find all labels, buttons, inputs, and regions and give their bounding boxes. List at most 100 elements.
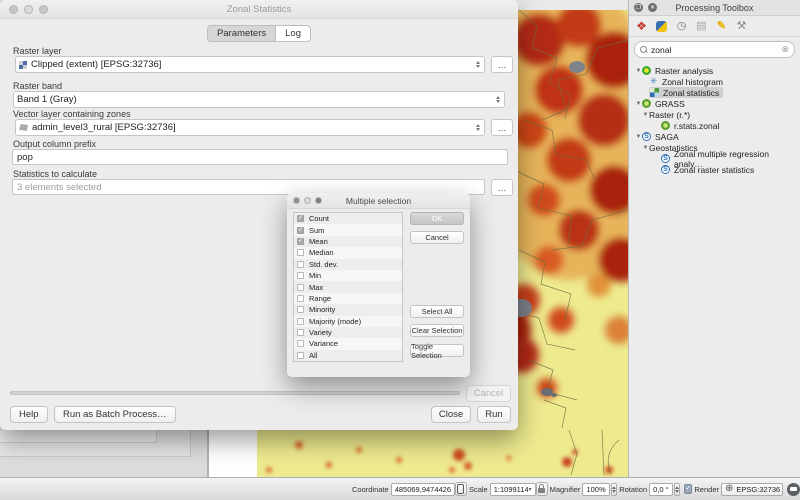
lock-scale-button[interactable]	[536, 482, 548, 496]
raster-layer-combobox[interactable]: Clipped (extent) [EPSG:32736]	[15, 56, 485, 73]
chevron-down-icon[interactable]: ▼	[642, 145, 649, 151]
track-mouse-button[interactable]	[455, 482, 467, 496]
chevron-down-icon: ▾	[529, 486, 532, 493]
rotation-stepper[interactable]	[674, 483, 681, 496]
vector-layer-label: Vector layer containing zones	[13, 109, 131, 119]
cancel-button[interactable]: Cancel	[410, 231, 464, 244]
clear-selection-button[interactable]: Clear Selection	[410, 324, 464, 337]
mouse-icon	[457, 484, 464, 494]
scripts-icon[interactable]	[656, 21, 667, 32]
output-prefix-label: Output column prefix	[13, 139, 96, 149]
tree-item-zonal-statistics[interactable]: Zonal statistics	[629, 87, 800, 98]
tree-group-raster-r[interactable]: ▼ Raster (r.*)	[629, 109, 800, 120]
output-prefix-input[interactable]: pop	[12, 149, 508, 165]
statistics-option-list[interactable]: ✓Count ✓Sum ✓Mean Median Std. dev. Min M…	[293, 212, 403, 362]
tree-group-saga[interactable]: ▼ S SAGA	[629, 131, 800, 142]
vector-layer-browse-button[interactable]: …	[491, 119, 513, 136]
combobox-arrows-icon	[496, 96, 501, 103]
option-row-max[interactable]: Max	[294, 281, 402, 292]
toolbox-toolbar: ❖ ◷ ▤ ✎ ⚒	[629, 16, 800, 37]
history-icon[interactable]: ◷	[675, 20, 688, 33]
option-row-stddev[interactable]: Std. dev.	[294, 259, 402, 270]
status-bar: Coordinate 485069,9474426 Scale 1:109911…	[0, 477, 800, 500]
option-row-majority[interactable]: Majority (mode)	[294, 316, 402, 327]
background-panel-step	[0, 430, 157, 443]
checkbox[interactable]	[297, 261, 304, 268]
chevron-down-icon[interactable]: ▼	[635, 68, 642, 74]
option-row-minority[interactable]: Minority	[294, 304, 402, 315]
checkbox[interactable]	[297, 306, 304, 313]
magnifier-input[interactable]: 100%	[582, 483, 609, 496]
tree-group-grass[interactable]: ▼ GRASS	[629, 98, 800, 109]
run-as-batch-button[interactable]: Run as Batch Process…	[54, 406, 176, 423]
qgis-window: ❐ ✕ Processing Toolbox ❖ ◷ ▤ ✎ ⚒ zonal ⊗…	[0, 0, 800, 500]
rotation-label: Rotation	[619, 485, 647, 494]
render-label: Render	[694, 485, 719, 494]
magnifier-stepper[interactable]	[611, 483, 618, 496]
statistics-browse-button[interactable]: …	[491, 179, 513, 196]
multiple-selection-dialog: Multiple selection ✓Count ✓Sum ✓Mean Med…	[287, 193, 470, 377]
vector-layer-combobox[interactable]: admin_level3_rural [EPSG:32736]	[15, 119, 485, 136]
chevron-down-icon[interactable]: ▼	[635, 134, 642, 140]
tab-parameters[interactable]: Parameters	[208, 26, 276, 41]
checkbox[interactable]	[297, 249, 304, 256]
dialog-title: Zonal Statistics	[0, 4, 518, 15]
toolbox-title: Processing Toolbox	[629, 3, 800, 13]
dialog-titlebar[interactable]: Multiple selection	[287, 193, 470, 209]
combobox-arrows-icon	[476, 61, 481, 68]
cancel-progress-button[interactable]: Cancel	[466, 385, 511, 402]
options-icon[interactable]: ⚒	[735, 20, 748, 33]
tree-item-rstatszonal[interactable]: r.stats.zonal	[629, 120, 800, 131]
checkbox[interactable]	[297, 340, 304, 347]
option-row-variety[interactable]: Variety	[294, 327, 402, 338]
option-row-min[interactable]: Min	[294, 270, 402, 281]
select-all-button[interactable]: Select All	[410, 305, 464, 318]
rotation-input[interactable]: 0,0 °	[649, 483, 673, 496]
saga-provider-icon: S	[642, 132, 651, 141]
progress-bar	[10, 391, 460, 395]
coordinate-label: Coordinate	[352, 485, 389, 494]
messages-icon[interactable]	[787, 483, 800, 496]
edit-icon[interactable]: ✎	[715, 20, 728, 33]
ok-button[interactable]: OK	[410, 212, 464, 225]
checkbox[interactable]	[297, 272, 304, 279]
scale-combobox[interactable]: 1:1099114▾	[490, 483, 536, 496]
chevron-down-icon[interactable]: ▼	[635, 101, 642, 107]
raster-band-label: Raster band	[13, 81, 62, 91]
option-row-variance[interactable]: Variance	[294, 338, 402, 349]
help-button[interactable]: Help	[10, 406, 48, 423]
checkbox[interactable]: ✓	[297, 227, 304, 234]
checkbox[interactable]	[297, 318, 304, 325]
clear-search-icon[interactable]: ⊗	[781, 44, 789, 55]
render-checkbox[interactable]: ✓	[684, 484, 692, 494]
option-row-all[interactable]: All	[294, 350, 402, 361]
checkbox[interactable]	[297, 329, 304, 336]
dialog-titlebar[interactable]: Zonal Statistics	[0, 0, 518, 19]
tree-item-zonal-histogram[interactable]: ✳ Zonal histogram	[629, 76, 800, 87]
checkbox[interactable]	[297, 352, 304, 359]
option-row-mean[interactable]: ✓Mean	[294, 236, 402, 247]
checkbox[interactable]: ✓	[297, 238, 304, 245]
coordinate-input[interactable]: 485069,9474426	[391, 483, 455, 496]
raster-layer-browse-button[interactable]: …	[491, 56, 513, 73]
run-button[interactable]: Run	[477, 406, 511, 423]
toggle-selection-button[interactable]: Toggle Selection	[410, 344, 464, 357]
close-button[interactable]: Close	[431, 406, 471, 423]
tree-item-zonal-multiple-regression[interactable]: S Zonal multiple regression analy…	[629, 153, 800, 164]
models-icon[interactable]: ❖	[635, 20, 648, 33]
option-row-range[interactable]: Range	[294, 293, 402, 304]
option-row-median[interactable]: Median	[294, 247, 402, 258]
checkbox[interactable]	[297, 284, 304, 291]
option-row-sum[interactable]: ✓Sum	[294, 224, 402, 235]
raster-layer-label: Raster layer	[13, 46, 62, 56]
crs-button[interactable]: ⊕EPSG:32736	[721, 483, 783, 496]
tab-log[interactable]: Log	[276, 26, 310, 41]
raster-band-combobox[interactable]: Band 1 (Gray)	[13, 91, 505, 108]
tree-group-raster-analysis[interactable]: ▼ Raster analysis	[629, 65, 800, 76]
chevron-down-icon[interactable]: ▼	[642, 112, 649, 118]
checkbox[interactable]: ✓	[297, 215, 304, 222]
toolbox-search-input[interactable]: zonal ⊗	[634, 41, 795, 58]
results-icon[interactable]: ▤	[695, 20, 708, 33]
option-row-count[interactable]: ✓Count	[294, 213, 402, 224]
checkbox[interactable]	[297, 295, 304, 302]
